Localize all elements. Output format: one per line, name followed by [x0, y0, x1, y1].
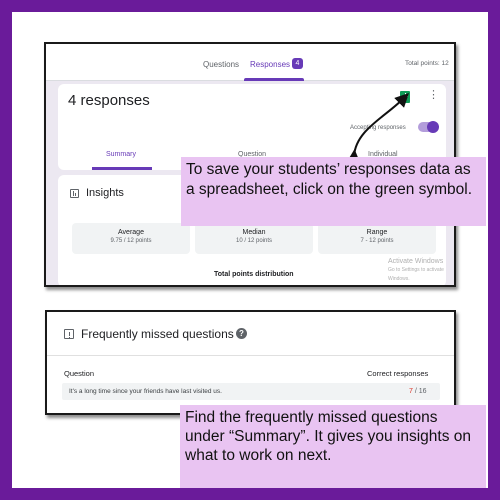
points-distribution-title: Total points distribution — [214, 271, 294, 278]
alert-icon — [64, 329, 74, 339]
column-question-header: Question — [64, 369, 95, 378]
callout-missed-questions: Find the frequently missed questions und… — [180, 405, 486, 488]
insights-title: Insights — [86, 187, 124, 199]
stat-median-label: Median — [242, 229, 266, 236]
accepting-responses-toggle[interactable] — [418, 121, 439, 133]
stat-median-value: 10 / 12 points — [235, 238, 273, 244]
missed-questions-title: Frequently missed questions — [81, 327, 234, 341]
responses-count-title: 4 responses — [68, 92, 150, 109]
tab-responses[interactable]: Responses — [250, 60, 290, 69]
callout-arrow — [346, 93, 409, 162]
missed-question-text: It's a long time since your friends have… — [69, 388, 222, 395]
tab-responses-underline — [244, 78, 304, 81]
toggle-knob — [427, 121, 439, 133]
watermark-line1: Activate Windows — [388, 258, 444, 265]
stat-range-label: Range — [366, 229, 388, 236]
missed-questions-screenshot: Frequently missed questions ? Question C… — [45, 310, 456, 415]
stat-median: Median 10 / 12 points — [195, 223, 313, 254]
callout-save-spreadsheet: To save your students’ responses data as… — [181, 157, 486, 226]
section-divider — [47, 355, 454, 356]
column-correct-header: Correct responses — [367, 369, 429, 378]
total-count: / 16 — [414, 388, 427, 395]
table-row[interactable]: It's a long time since your friends have… — [62, 383, 440, 400]
responses-count-badge: 4 — [292, 58, 303, 69]
insights-chart-icon — [70, 189, 79, 198]
help-icon[interactable]: ? — [236, 328, 247, 339]
more-vert-icon[interactable]: ⋮ — [428, 90, 439, 101]
activate-windows-watermark: Activate Windows Go to Settings to activ… — [388, 257, 454, 284]
stat-average-label: Average — [118, 229, 144, 236]
correct-count: 7 — [409, 388, 413, 395]
callout-missed-text: Find the frequently missed questions und… — [185, 409, 472, 464]
correct-responses-score: 7 / 16 — [409, 388, 427, 395]
stat-average-value: 9.75 / 12 points — [110, 238, 152, 244]
stat-average: Average 9.75 / 12 points — [72, 223, 190, 254]
form-tab-bar: Questions Responses 4 Total points: 12 — [46, 44, 454, 81]
total-points-label: Total points: 12 — [405, 60, 449, 67]
callout-save-text: To save your students’ responses data as… — [186, 161, 473, 198]
stat-range-value: 7 - 12 points — [360, 238, 394, 244]
subtab-summary-underline — [92, 167, 152, 170]
watermark-line2: Go to Settings to activate Windows. — [388, 267, 444, 282]
tab-questions[interactable]: Questions — [203, 60, 239, 69]
subtab-summary[interactable]: Summary — [106, 151, 136, 158]
stat-range: Range 7 - 12 points — [318, 223, 436, 254]
